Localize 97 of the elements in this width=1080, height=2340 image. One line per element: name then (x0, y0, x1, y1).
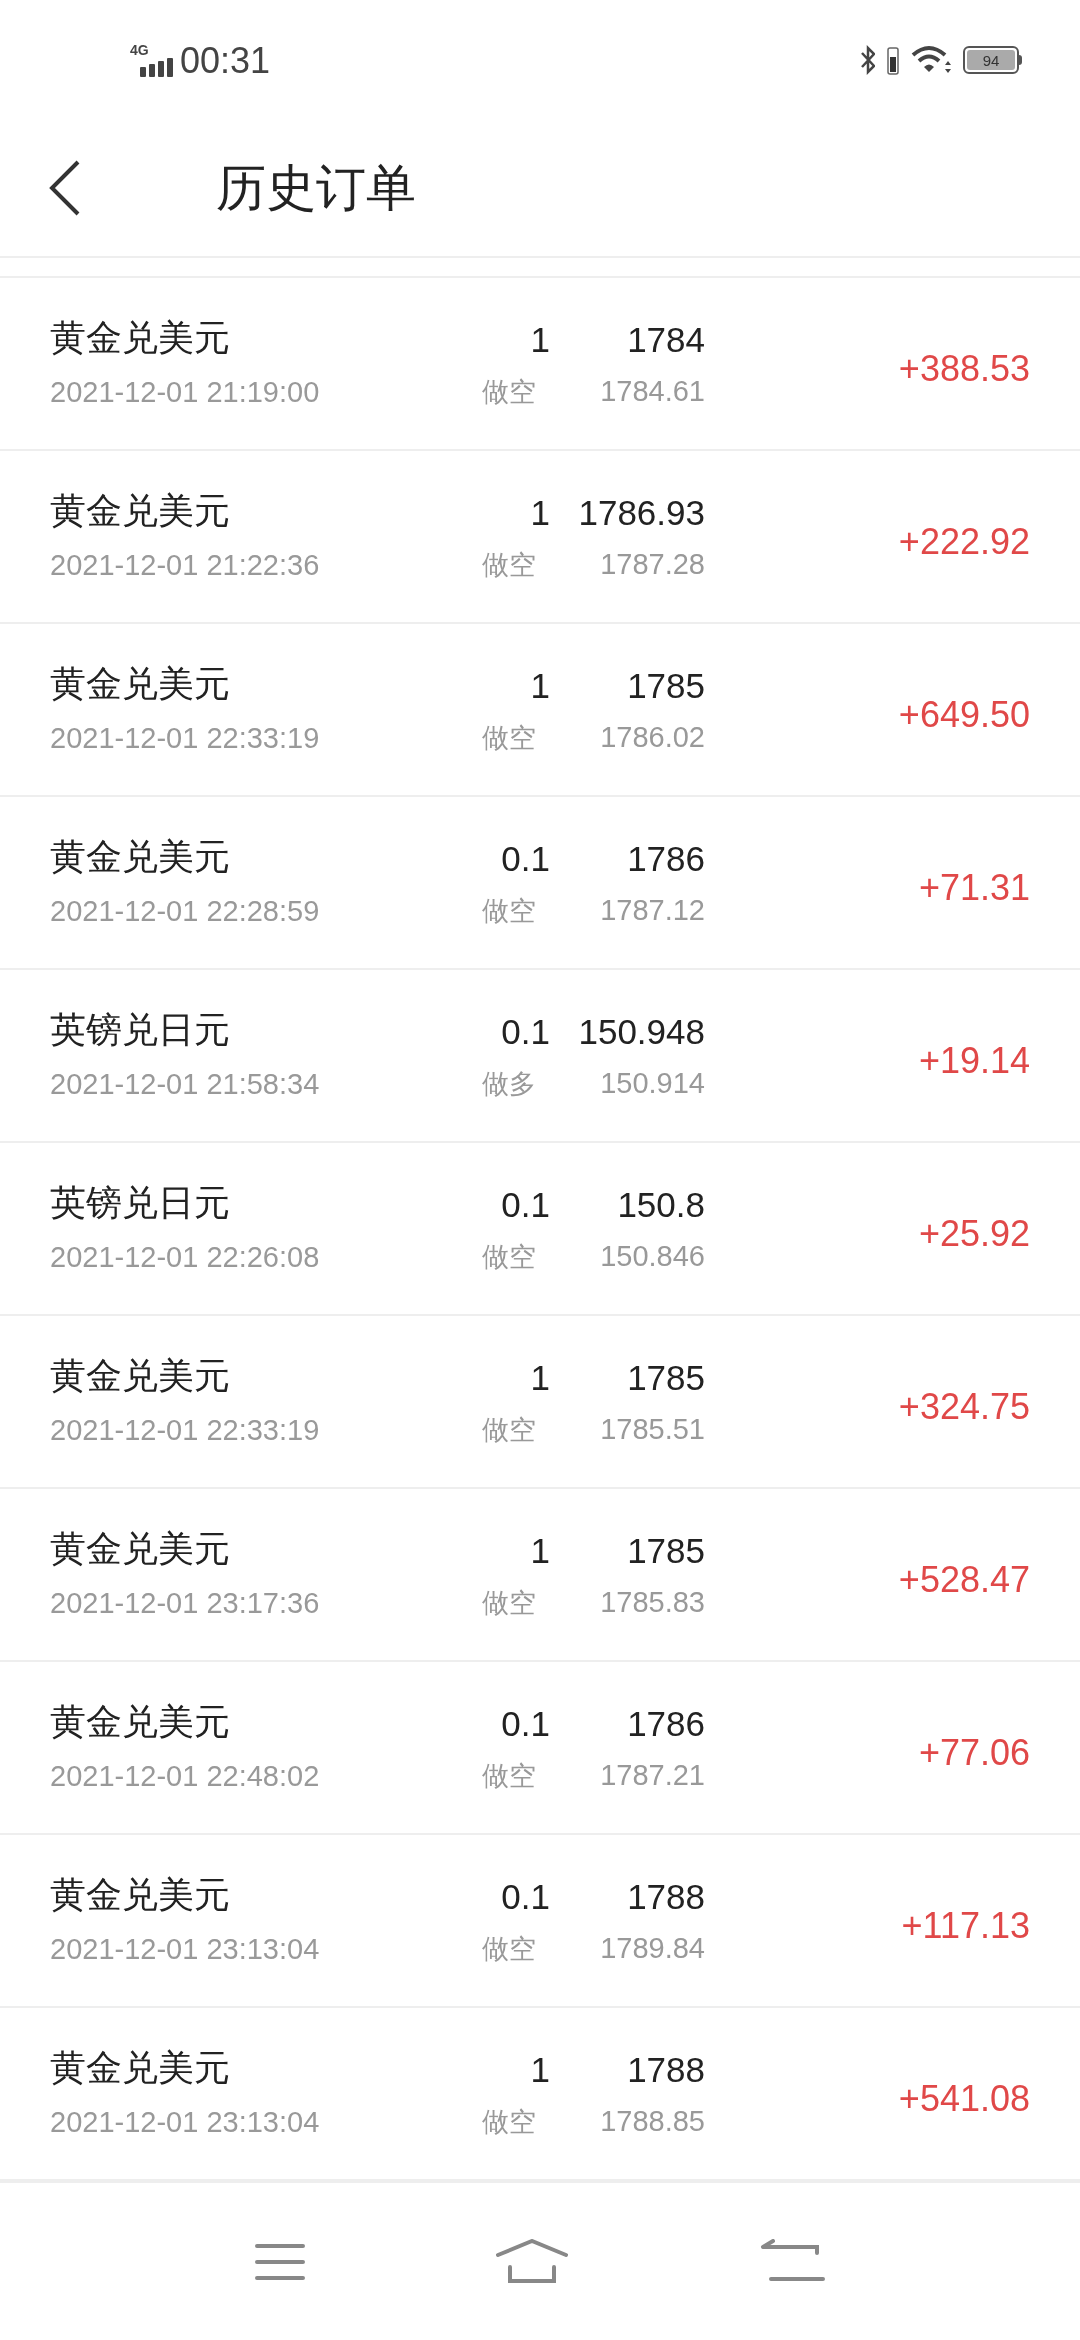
order-row[interactable]: 黄金兑美元 2021-12-01 22:33:19 1 1785 做空 1786.02 +649.50 (0, 624, 1080, 797)
pair-name: 黄金兑美元 (50, 1704, 230, 1740)
order-time: 2021-12-01 22:26:08 (50, 1243, 320, 1272)
order-time: 2021-12-01 23:13:04 (50, 2108, 320, 2137)
home-icon[interactable] (496, 2238, 568, 2285)
trade-direction: 做空 (482, 1588, 536, 1616)
open-price: 1788 (627, 2051, 705, 2087)
lot-size: 0.1 (501, 1186, 550, 1222)
open-price: 150.948 (578, 1013, 705, 1049)
close-price: 150.846 (600, 1241, 705, 1271)
order-row[interactable]: 黄金兑美元 2021-12-01 21:19:00 1 1784 做空 1784.61 +388.53 (0, 278, 1080, 451)
bluetooth-icon (861, 45, 875, 75)
order-row[interactable]: 黄金兑美元 2021-12-01 22:33:19 1 1785 做空 1785.51 +324.75 (0, 1316, 1080, 1489)
lot-size: 1 (530, 1359, 550, 1395)
trade-direction: 做空 (482, 2107, 536, 2135)
wifi-icon (911, 45, 951, 75)
close-price: 150.914 (600, 1068, 705, 1098)
trade-direction: 做空 (482, 377, 536, 405)
lot-size: 1 (530, 667, 550, 703)
small-battery-icon (887, 45, 899, 75)
trade-direction: 做空 (482, 723, 536, 751)
order-row[interactable]: 黄金兑美元 2021-12-01 23:17:36 1 1785 做空 1785.83 +528.47 (0, 1489, 1080, 1662)
close-price: 1787.21 (600, 1760, 705, 1790)
order-row[interactable]: 黄金兑美元 2021-12-01 22:48:02 0.1 1786 做空 1787.21 +77.06 (0, 1662, 1080, 1835)
pair-name: 黄金兑美元 (50, 493, 230, 529)
order-time: 2021-12-01 23:17:36 (50, 1589, 320, 1618)
order-row[interactable]: 英镑兑日元 2021-12-01 21:58:34 0.1 150.948 做多 150.914 +19.14 (0, 970, 1080, 1143)
lot-size: 0.1 (501, 1705, 550, 1741)
order-time: 2021-12-01 21:22:36 (50, 551, 320, 580)
pair-name: 黄金兑美元 (50, 1358, 230, 1394)
profit-amount: +649.50 (898, 696, 1030, 733)
open-price: 1788 (627, 1878, 705, 1914)
page-title: 历史订单 (216, 163, 416, 213)
open-price: 150.8 (617, 1186, 705, 1222)
order-row[interactable]: 英镑兑日元 2021-12-01 22:26:08 0.1 150.8 做空 150.846 +25.92 (0, 1143, 1080, 1316)
trade-direction: 做空 (482, 1934, 536, 1962)
order-row[interactable]: 黄金兑美元 2021-12-01 21:22:36 1 1786.93 做空 1787.28 +222.92 (0, 451, 1080, 624)
trade-direction: 做空 (482, 1761, 536, 1789)
trade-direction: 做空 (482, 1415, 536, 1443)
trade-direction: 做空 (482, 550, 536, 578)
close-price: 1784.61 (600, 376, 705, 406)
open-price: 1786.93 (578, 494, 705, 530)
lot-size: 1 (530, 321, 550, 357)
order-row[interactable]: 黄金兑美元 2021-12-01 23:13:04 0.1 1788 做空 1789.84 +117.13 (0, 1835, 1080, 2008)
close-price: 1785.83 (600, 1587, 705, 1617)
close-price: 1789.84 (600, 1933, 705, 1963)
open-price: 1785 (627, 667, 705, 703)
pair-name: 英镑兑日元 (50, 1012, 230, 1048)
lot-size: 1 (530, 2051, 550, 2087)
order-time: 2021-12-01 22:33:19 (50, 724, 320, 753)
profit-amount: +541.08 (898, 2080, 1030, 2117)
back-icon (48, 160, 82, 216)
profit-amount: +388.53 (898, 350, 1030, 387)
order-time: 2021-12-01 23:13:04 (50, 1935, 320, 1964)
order-time: 2021-12-01 22:48:02 (50, 1762, 320, 1791)
order-row[interactable]: 黄金兑美元 2021-12-01 22:28:59 0.1 1786 做空 1787.12 +71.31 (0, 797, 1080, 970)
pair-name: 黄金兑美元 (50, 1531, 230, 1567)
pair-name: 英镑兑日元 (50, 1185, 230, 1221)
pair-name: 黄金兑美元 (50, 2050, 230, 2086)
profit-amount: +117.13 (901, 1907, 1030, 1944)
profit-amount: +324.75 (898, 1388, 1030, 1425)
battery-icon: 94 (963, 46, 1022, 74)
trade-direction: 做空 (482, 1242, 536, 1270)
lot-size: 0.1 (501, 1013, 550, 1049)
order-time: 2021-12-01 22:28:59 (50, 897, 320, 926)
trade-direction: 做多 (482, 1069, 536, 1097)
close-price: 1786.02 (600, 722, 705, 752)
trade-direction: 做空 (482, 896, 536, 924)
open-price: 1786 (627, 1705, 705, 1741)
order-time: 2021-12-01 22:33:19 (50, 1416, 320, 1445)
pair-name: 黄金兑美元 (50, 1877, 230, 1913)
profit-amount: +71.31 (918, 869, 1030, 906)
lot-size: 0.1 (501, 840, 550, 876)
order-row[interactable]: 黄金兑美元 2021-12-01 23:13:04 1 1788 做空 1788.85 +541.08 (0, 2008, 1080, 2181)
lot-size: 1 (530, 494, 550, 530)
open-price: 1784 (627, 321, 705, 357)
pair-name: 黄金兑美元 (50, 666, 230, 702)
clock-time: 00:31 (180, 43, 271, 79)
lot-size: 0.1 (501, 1878, 550, 1914)
pair-name: 黄金兑美元 (50, 839, 230, 875)
pair-name: 黄金兑美元 (50, 320, 230, 356)
lot-size: 1 (530, 1532, 550, 1568)
profit-amount: +77.06 (918, 1734, 1030, 1771)
order-time: 2021-12-01 21:19:00 (50, 378, 320, 407)
close-price: 1788.85 (600, 2106, 705, 2136)
menu-icon[interactable] (255, 2241, 306, 2282)
open-price: 1785 (627, 1532, 705, 1568)
profit-amount: +528.47 (898, 1561, 1030, 1598)
open-price: 1786 (627, 840, 705, 876)
close-price: 1785.51 (600, 1414, 705, 1444)
profit-amount: +222.92 (898, 523, 1030, 560)
close-price: 1787.28 (600, 549, 705, 579)
profit-amount: +19.14 (918, 1042, 1030, 1079)
close-price: 1787.12 (600, 895, 705, 925)
open-price: 1785 (627, 1359, 705, 1395)
order-time: 2021-12-01 21:58:34 (50, 1070, 320, 1099)
profit-amount: +25.92 (918, 1215, 1030, 1252)
